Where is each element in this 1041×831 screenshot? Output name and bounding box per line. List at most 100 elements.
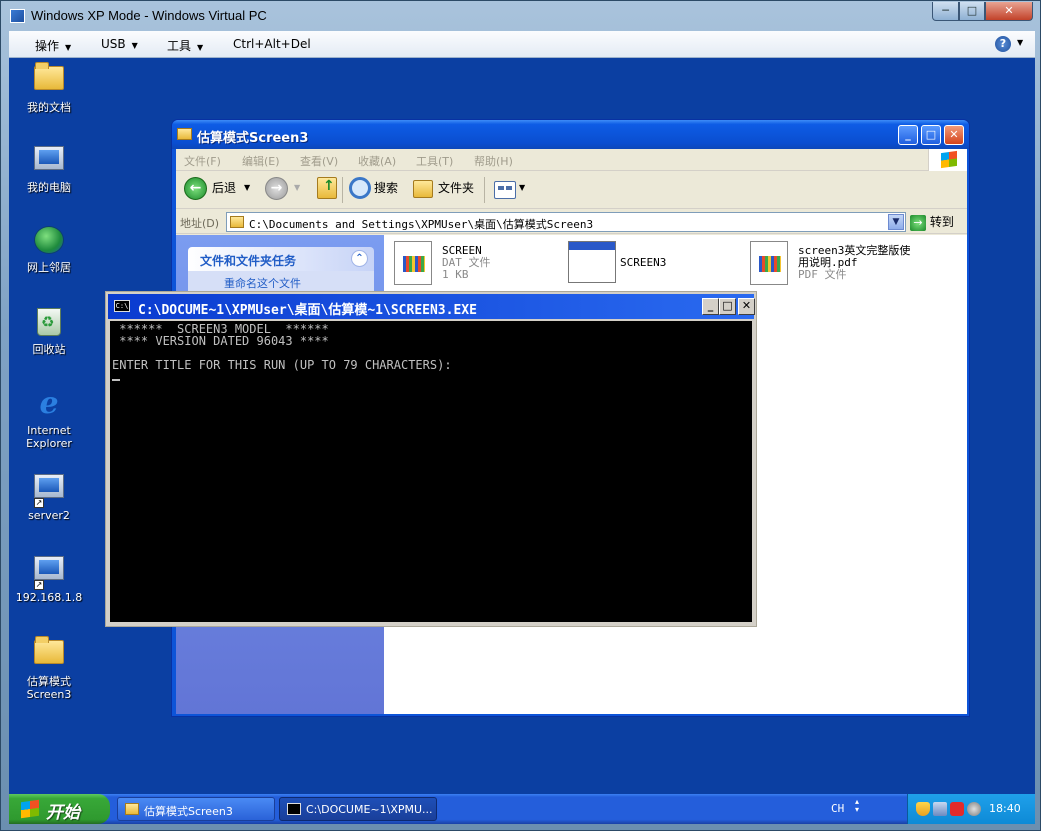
network-status-icon[interactable] (933, 802, 947, 816)
desktop-icon-server2[interactable]: ↗ server2 (9, 470, 89, 522)
folder-icon (230, 216, 244, 228)
folders-icon[interactable] (413, 180, 433, 198)
desktop-icon-recycle-bin[interactable]: 回收站 (9, 306, 89, 356)
clock[interactable]: 18:40 (989, 802, 1021, 815)
console-line: ENTER TITLE FOR THIS RUN (UP TO 79 CHARA… (112, 358, 452, 372)
menu-file[interactable]: 文件(F) (184, 153, 221, 169)
host-titlebar[interactable]: Windows XP Mode - Windows Virtual PC ─ □… (1, 1, 1041, 31)
computer-shortcut-icon: ↗ (32, 474, 66, 508)
menu-edit[interactable]: 编辑(E) (242, 153, 280, 169)
chevron-down-icon[interactable]: ▼ (1017, 38, 1023, 47)
desktop-icon-internet-explorer[interactable]: e Internet Explorer (9, 388, 89, 451)
explorer-maximize-button[interactable]: □ (921, 125, 941, 145)
menu-help[interactable]: 帮助(H) (474, 153, 513, 169)
console-maximize-button[interactable]: □ (719, 298, 736, 315)
console-screen[interactable]: ****** SCREEN3 MODEL ****** **** VERSION… (110, 321, 752, 622)
collapse-icon[interactable]: ⌃ (351, 250, 368, 267)
explorer-titlebar[interactable]: 估算模式Screen3 _ □ ✕ (172, 120, 969, 149)
go-button-label: 转到 (929, 215, 954, 229)
host-window-title: Windows XP Mode - Windows Virtual PC (31, 8, 267, 23)
desktop-icon-label: Internet Explorer (26, 424, 72, 450)
chevron-down-icon[interactable]: ▼ (519, 183, 525, 192)
menu-action-label: 操作 (35, 39, 60, 53)
console-minimize-button[interactable]: _ (702, 298, 719, 315)
system-tray: 18:40 (907, 794, 1035, 824)
go-arrow-icon: → (910, 214, 926, 231)
folder-up-icon[interactable] (317, 177, 337, 199)
language-switch-icon[interactable]: ▴ ▾ (855, 798, 859, 814)
vpc-menubar: 操作 ▼ USB ▼ 工具 ▼ Ctrl+Alt+Del ? ▼ (9, 31, 1035, 58)
host-window: Windows XP Mode - Windows Virtual PC ─ □… (0, 0, 1041, 831)
address-value: C:\Documents and Settings\XPMUser\桌面\估算模… (249, 218, 594, 231)
forward-arrow-icon[interactable]: → (265, 177, 288, 200)
taskbar-button-explorer[interactable]: 估算模式Screen3 (117, 797, 275, 821)
windows-flag-icon (21, 799, 39, 819)
chevron-down-icon: ▼ (131, 41, 138, 50)
start-button-label: 开始 (46, 803, 80, 823)
computer-icon (32, 146, 66, 178)
desktop-icon-label: server2 (28, 509, 70, 522)
security-shield-icon[interactable] (916, 802, 930, 816)
chevron-down-icon[interactable]: ▼ (244, 183, 250, 192)
recycle-bin-icon (32, 308, 66, 340)
console-icon: C:\ (114, 300, 130, 312)
task-panel-title: 文件和文件夹任务 (200, 254, 297, 268)
volume-icon[interactable] (967, 802, 981, 816)
taskbar-button-label: C:\DOCUME~1\XPMU... (306, 803, 433, 816)
explorer-minimize-button[interactable]: _ (898, 125, 918, 145)
go-button[interactable]: → 转到 (910, 213, 966, 231)
task-panel-header[interactable]: 文件和文件夹任务 ⌃ (188, 247, 374, 271)
back-arrow-icon[interactable]: ← (184, 177, 207, 200)
start-button[interactable]: 开始 (9, 794, 110, 824)
back-button-label[interactable]: 后退 (212, 179, 236, 196)
console-cursor (112, 379, 120, 381)
language-indicator[interactable]: CH (831, 802, 844, 815)
desktop-icon-label: 192.168.1.8 (15, 591, 83, 604)
menu-favorites[interactable]: 收藏(A) (358, 153, 396, 169)
desktop-icon-label: 估算模式 Screen3 (26, 675, 72, 701)
file-size: 1 KB (442, 268, 469, 281)
chevron-down-icon[interactable]: ▼ (294, 183, 300, 192)
host-maximize-button[interactable]: □ (959, 2, 985, 21)
folder-icon (177, 128, 192, 140)
views-icon[interactable] (494, 181, 516, 199)
desktop-icon-screen3-folder[interactable]: 估算模式 Screen3 (9, 634, 89, 701)
address-bar: 地址(D) C:\Documents and Settings\XPMUser\… (176, 210, 967, 234)
menu-view[interactable]: 查看(V) (300, 153, 338, 169)
windows-flag-icon (941, 150, 957, 169)
desktop-icon-label: 网上邻居 (27, 261, 71, 274)
folder-icon (125, 803, 139, 815)
virtual-pc-icon (10, 9, 25, 23)
address-input[interactable]: C:\Documents and Settings\XPMUser\桌面\估算模… (226, 212, 906, 232)
file-folder-tasks-panel: 文件和文件夹任务 ⌃ 重命名这个文件 (188, 247, 374, 297)
pdf-file-icon (750, 241, 788, 285)
antivirus-icon[interactable] (950, 802, 964, 816)
chevron-down-icon[interactable]: ▼ (888, 214, 904, 230)
desktop-icon-my-computer[interactable]: 我的电脑 (9, 142, 89, 194)
host-minimize-button[interactable]: ─ (932, 2, 959, 21)
task-rename-link[interactable]: 重命名这个文件 (224, 275, 301, 291)
folders-button-label[interactable]: 文件夹 (438, 179, 474, 196)
search-button-label[interactable]: 搜索 (374, 179, 398, 196)
menu-usb-label: USB (101, 37, 126, 51)
computer-shortcut-icon: ↗ (32, 556, 66, 590)
desktop-icon-my-documents[interactable]: 我的文档 (9, 60, 89, 114)
menu-ctrl-alt-del[interactable]: Ctrl+Alt+Del (233, 37, 311, 51)
console-close-button[interactable]: ✕ (738, 298, 755, 315)
help-icon[interactable]: ? (995, 36, 1011, 52)
search-icon[interactable] (349, 177, 371, 199)
menu-action[interactable]: 操作 ▼ (35, 37, 71, 54)
taskbar-button-console[interactable]: C:\DOCUME~1\XPMU... (279, 797, 437, 821)
toolbar-separator (484, 177, 485, 203)
folder-icon (32, 62, 66, 98)
network-icon (32, 226, 66, 258)
desktop-icon-ip-shortcut[interactable]: ↗ 192.168.1.8 (9, 552, 89, 604)
menu-usb[interactable]: USB ▼ (101, 37, 138, 51)
taskbar-button-label: 估算模式Screen3 (144, 805, 233, 818)
host-close-button[interactable]: ✕ (985, 2, 1033, 21)
explorer-close-button[interactable]: ✕ (944, 125, 964, 145)
console-titlebar[interactable]: C:\ C:\DOCUME~1\XPMUser\桌面\估算模~1\SCREEN3… (108, 294, 755, 319)
menu-tools[interactable]: 工具 ▼ (167, 37, 203, 54)
desktop-icon-network-places[interactable]: 网上邻居 (9, 224, 89, 274)
menu-tools[interactable]: 工具(T) (416, 153, 453, 169)
